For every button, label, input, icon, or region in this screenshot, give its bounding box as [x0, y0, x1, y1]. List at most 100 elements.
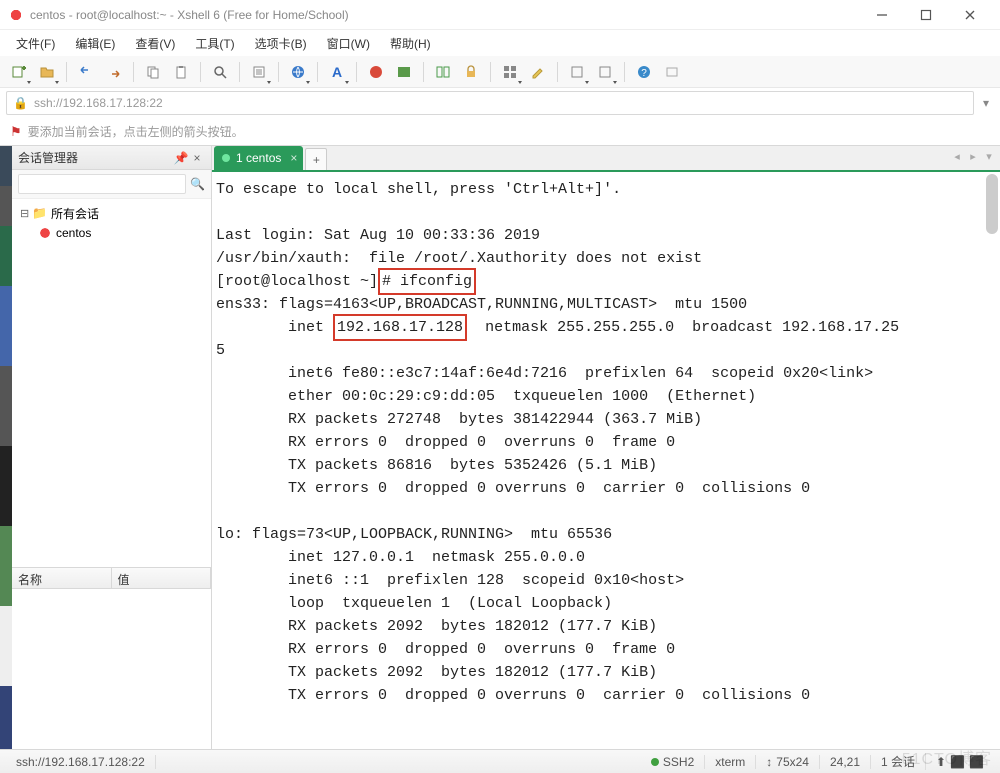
tab-next-icon[interactable]: ▸ — [966, 150, 980, 164]
properties-grid-body — [12, 589, 211, 749]
minimize-button[interactable] — [860, 1, 904, 29]
terminal-scrollbar-thumb[interactable] — [986, 174, 998, 234]
terminal-line: ether 00:0c:29:c9:dd:05 txqueuelen 1000 … — [216, 388, 756, 405]
connection-status-icon — [222, 154, 230, 162]
new-tab-button[interactable]: + — [305, 148, 327, 170]
terminal-line: RX errors 0 dropped 0 overruns 0 frame 0 — [216, 641, 675, 658]
terminal-line: TX packets 2092 bytes 182012 (177.7 KiB) — [216, 664, 657, 681]
menu-file[interactable]: 文件(F) — [6, 31, 65, 56]
window-title: centos - root@localhost:~ - Xshell 6 (Fr… — [30, 8, 860, 22]
status-bar: ssh://192.168.17.128:22 SSH2 xterm ↕ 75x… — [0, 749, 1000, 773]
session-search-input[interactable] — [18, 174, 186, 194]
font-button[interactable]: A — [324, 59, 350, 85]
terminal-line: RX errors 0 dropped 0 overruns 0 frame 0 — [216, 434, 675, 451]
cap-icon: ⬆ — [936, 755, 946, 769]
menu-help[interactable]: 帮助(H) — [380, 31, 441, 56]
menu-bar: 文件(F) 编辑(E) 查看(V) 工具(T) 选项卡(B) 窗口(W) 帮助(… — [0, 30, 1000, 56]
tree-root-node[interactable]: ⊟ 📁 所有会话 — [14, 203, 209, 223]
copy-button[interactable] — [140, 59, 166, 85]
menu-view[interactable]: 查看(V) — [125, 31, 185, 56]
toolbar-separator — [557, 62, 558, 82]
status-extras: ⬆ ⬛ ⬛ — [926, 755, 994, 769]
xshell-button[interactable] — [363, 59, 389, 85]
extra-button[interactable] — [659, 59, 685, 85]
col-value[interactable]: 值 — [112, 568, 212, 588]
search-icon[interactable]: 🔍 — [190, 177, 205, 191]
terminal-line: inet — [216, 319, 333, 336]
menu-tools[interactable]: 工具(T) — [185, 31, 244, 56]
find-button[interactable] — [207, 59, 233, 85]
svg-text:?: ? — [641, 68, 647, 79]
help-button[interactable]: ? — [631, 59, 657, 85]
menu-edit[interactable]: 编辑(E) — [65, 31, 125, 56]
highlight-button[interactable] — [525, 59, 551, 85]
terminal-line: /usr/bin/xauth: file /root/.Xauthority d… — [216, 250, 702, 267]
tree-root-label: 所有会话 — [51, 205, 99, 222]
tab-nav: ◂ ▸ ▾ — [950, 150, 996, 164]
toolbar-separator — [66, 62, 67, 82]
expand-icon[interactable]: ⊟ — [20, 207, 32, 220]
session-search-row: 🔍 — [12, 170, 211, 199]
tab-close-icon[interactable]: × — [290, 151, 297, 165]
hint-text: 要添加当前会话，点击左侧的箭头按钮。 — [28, 123, 244, 140]
maximize-button[interactable] — [904, 1, 948, 29]
lock-icon: 🔒 — [13, 96, 28, 110]
quick-connect-button[interactable] — [285, 59, 311, 85]
desktop-background-peek — [0, 146, 12, 749]
window-titlebar: centos - root@localhost:~ - Xshell 6 (Fr… — [0, 0, 1000, 30]
terminal-output[interactable]: To escape to local shell, press 'Ctrl+Al… — [212, 172, 1000, 749]
col-name[interactable]: 名称 — [12, 568, 112, 588]
folder-icon: 📁 — [32, 206, 47, 220]
session-tree[interactable]: ⊟ 📁 所有会话 centos — [12, 199, 211, 567]
toolbar-separator — [278, 62, 279, 82]
disconnect-button[interactable] — [101, 59, 127, 85]
toolbar-separator — [239, 62, 240, 82]
terminal-line: TX packets 86816 bytes 5352426 (5.1 MiB) — [216, 457, 657, 474]
panel-close-icon[interactable]: × — [189, 151, 205, 165]
session-manager-header: 会话管理器 📌 × — [12, 146, 211, 170]
address-text: ssh://192.168.17.128:22 — [34, 96, 163, 110]
address-field[interactable]: 🔒 ssh://192.168.17.128:22 — [6, 91, 974, 115]
tab-list-icon[interactable]: ▾ — [982, 150, 996, 164]
paste-button[interactable] — [168, 59, 194, 85]
toolbar-separator — [133, 62, 134, 82]
toolbar-separator — [423, 62, 424, 82]
tab-label: 1 centos — [236, 151, 281, 165]
tile-button[interactable] — [497, 59, 523, 85]
new-session-button[interactable] — [6, 59, 32, 85]
terminal-line: [root@localhost ~] — [216, 273, 378, 290]
lock-button[interactable] — [458, 59, 484, 85]
session-manager-title: 会话管理器 — [18, 149, 78, 166]
toolbar-separator — [200, 62, 201, 82]
status-connection-text: ssh://192.168.17.128:22 — [16, 755, 145, 769]
toolbar-separator — [490, 62, 491, 82]
terminal-line: RX packets 272748 bytes 381422944 (363.7… — [216, 411, 702, 428]
tab-centos[interactable]: 1 centos × — [214, 146, 303, 170]
menu-tabs[interactable]: 选项卡(B) — [245, 31, 317, 56]
tab-bar: 1 centos × + ◂ ▸ ▾ — [212, 146, 1000, 172]
properties-button[interactable] — [246, 59, 272, 85]
menu-window[interactable]: 窗口(W) — [317, 31, 380, 56]
terminal-line: Last login: Sat Aug 10 00:33:36 2019 — [216, 227, 540, 244]
close-button[interactable] — [948, 1, 992, 29]
pin-icon[interactable]: 📌 — [173, 151, 189, 165]
app-icon — [8, 7, 24, 23]
status-cursor: 24,21 — [820, 755, 871, 769]
history-button[interactable] — [592, 59, 618, 85]
terminal-line: inet 127.0.0.1 netmask 255.0.0.0 — [216, 549, 585, 566]
toolbar-separator — [624, 62, 625, 82]
address-dropdown-button[interactable]: ▾ — [978, 96, 994, 110]
color-scheme-button[interactable] — [391, 59, 417, 85]
tab-prev-icon[interactable]: ◂ — [950, 150, 964, 164]
layout-button[interactable] — [430, 59, 456, 85]
properties-grid-header: 名称 值 — [12, 567, 211, 589]
settings-button[interactable] — [564, 59, 590, 85]
scroll-icon: ⬛ — [969, 755, 984, 769]
reconnect-button[interactable] — [73, 59, 99, 85]
open-session-button[interactable] — [34, 59, 60, 85]
terminal-line-tail: netmask 255.255.255.0 broadcast 192.168.… — [467, 319, 899, 336]
terminal-line: TX errors 0 dropped 0 overruns 0 carrier… — [216, 687, 810, 704]
status-cursor-text: 24,21 — [830, 755, 860, 769]
terminal-line: TX errors 0 dropped 0 overruns 0 carrier… — [216, 480, 810, 497]
tree-item-centos[interactable]: centos — [14, 223, 209, 243]
